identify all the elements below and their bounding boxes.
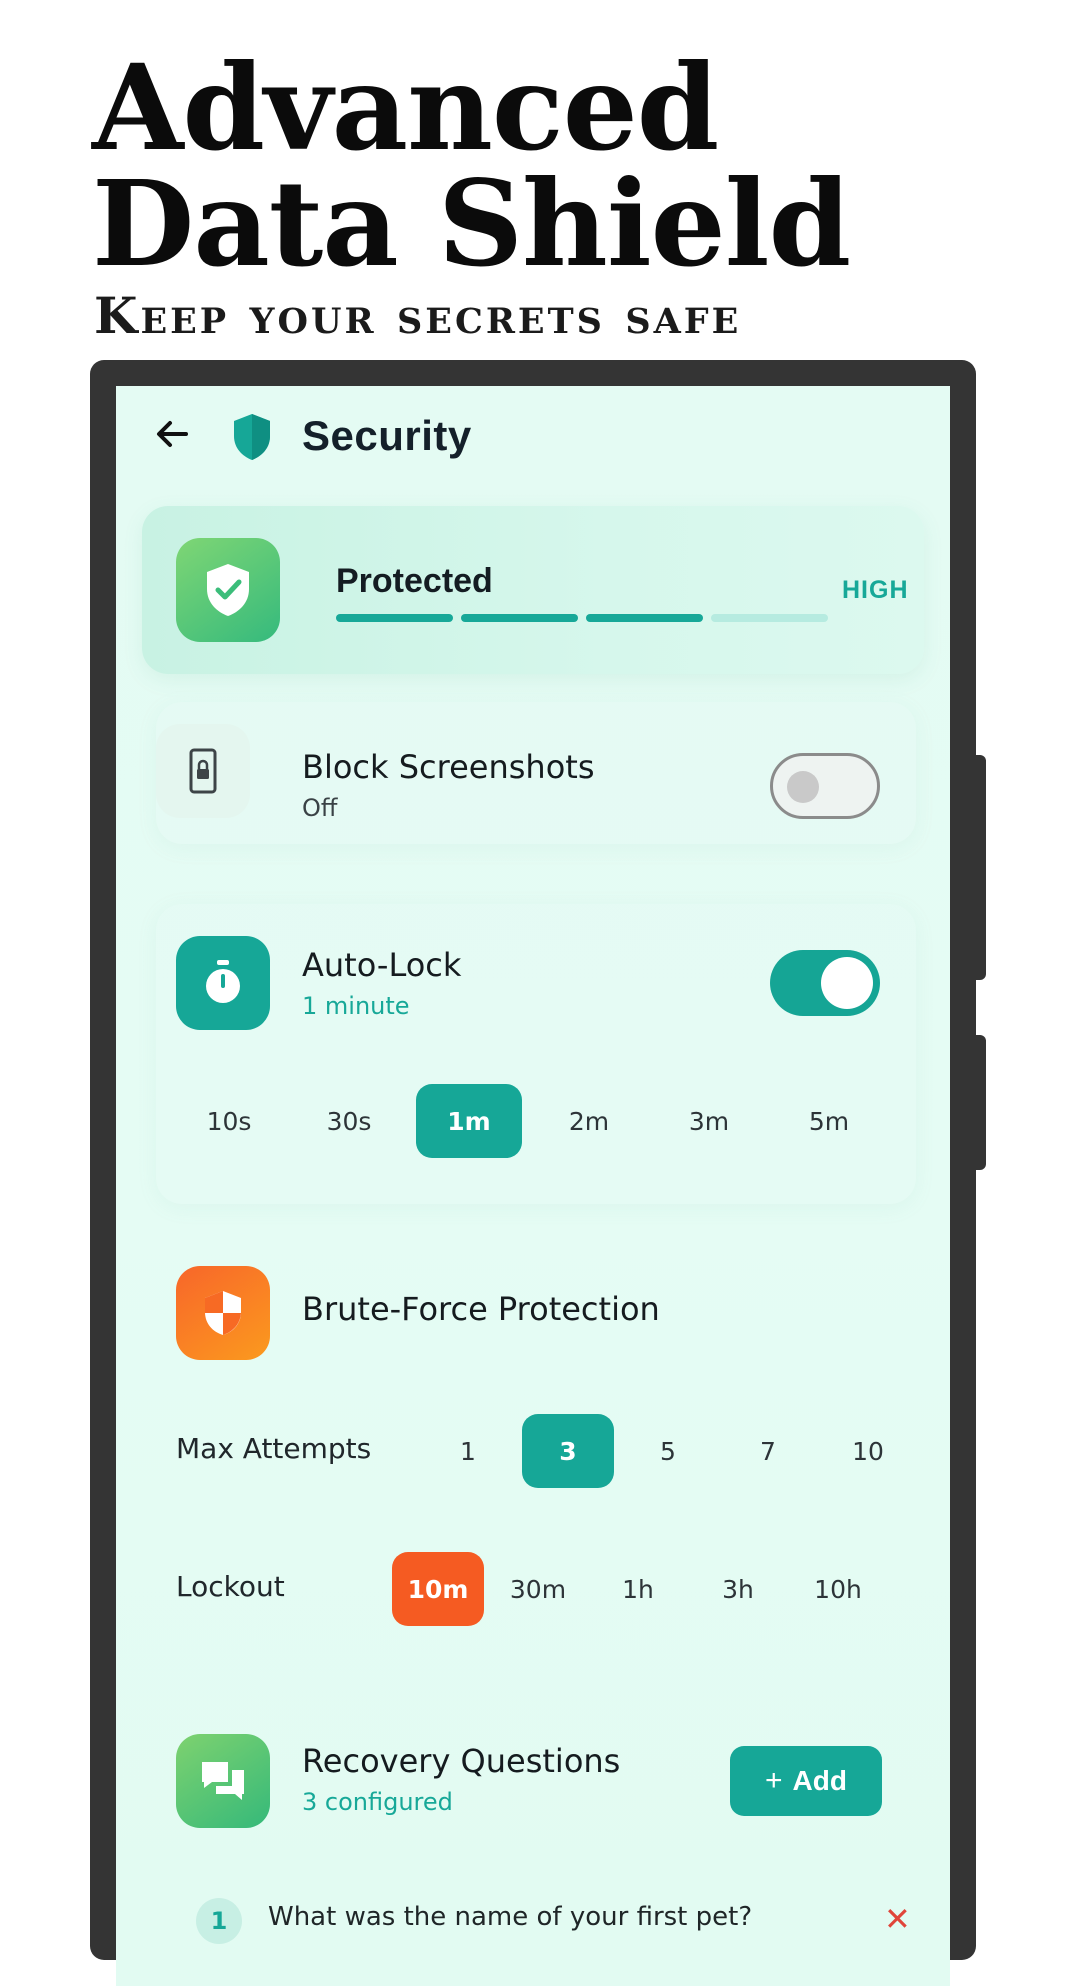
brute-force-title: Brute-Force Protection	[302, 1290, 660, 1328]
option-chip[interactable]: 1m	[416, 1084, 522, 1158]
tagline: Keep your secrets safe	[94, 286, 742, 345]
side-button-power	[972, 1035, 986, 1170]
meter-segment	[336, 614, 453, 622]
shield-icon	[234, 414, 270, 460]
page-title: Security	[302, 412, 472, 459]
option-chip[interactable]: 1h	[592, 1552, 684, 1626]
toggle-knob	[821, 957, 873, 1009]
question-text: What was the name of your first pet?	[268, 1902, 753, 1932]
auto-lock-title: Auto-Lock	[302, 946, 462, 984]
auto-lock-icon-tile	[176, 936, 270, 1030]
arrow-left-icon	[157, 421, 188, 447]
meter-segment	[711, 614, 828, 622]
lockout-options: 10m 30m 1h 3h 10h	[392, 1552, 884, 1626]
chat-bubbles-icon	[202, 1762, 244, 1800]
headline: Advanced Data Shield	[92, 38, 851, 293]
shield-half-icon	[205, 1291, 241, 1335]
option-chip[interactable]: 10s	[176, 1084, 282, 1158]
max-attempts-options: 1 3 5 7 10	[422, 1414, 914, 1488]
auto-lock-duration-options: 10s 30s 1m 2m 3m 5m	[176, 1084, 882, 1158]
recovery-title: Recovery Questions	[302, 1742, 621, 1780]
option-chip[interactable]: 3h	[692, 1552, 784, 1626]
question-number: 1	[196, 1898, 242, 1944]
block-screenshots-icon-tile	[156, 724, 250, 818]
headline-line-1: Advanced	[92, 38, 719, 177]
recovery-icon-tile	[176, 1734, 270, 1828]
option-chip[interactable]: 2m	[536, 1084, 642, 1158]
option-chip[interactable]: 1	[422, 1414, 514, 1488]
status-icon-tile	[176, 538, 280, 642]
delete-question-icon[interactable]: ✕	[884, 1900, 911, 1938]
auto-lock-status: 1 minute	[302, 992, 410, 1020]
top-bar: Security	[116, 386, 950, 496]
status-level: HIGH	[842, 576, 909, 604]
status-title: Protected	[336, 562, 493, 600]
meter-segment	[461, 614, 578, 622]
phone-lock-icon	[189, 748, 217, 794]
plus-icon: +	[765, 1764, 783, 1797]
add-question-label: Add	[792, 1765, 847, 1796]
brute-force-icon-tile	[176, 1266, 270, 1360]
auto-lock-section	[156, 904, 916, 1204]
option-chip[interactable]: 30s	[296, 1084, 402, 1158]
block-screenshots-toggle[interactable]	[770, 753, 880, 819]
shield-check-icon	[207, 564, 249, 616]
meter-segment	[586, 614, 703, 622]
phone-frame: Security Protected HIGH Block Screenshot	[90, 360, 986, 1986]
option-chip[interactable]: 10m	[392, 1552, 484, 1626]
option-chip[interactable]: 7	[722, 1414, 814, 1488]
option-chip[interactable]: 5	[622, 1414, 714, 1488]
option-chip[interactable]: 3	[522, 1414, 614, 1488]
headline-line-2: Data Shield	[92, 154, 851, 293]
protection-level-meter	[336, 614, 828, 622]
block-screenshots-title: Block Screenshots	[302, 748, 595, 786]
timer-icon	[206, 960, 240, 1003]
option-chip[interactable]: 10h	[792, 1552, 884, 1626]
option-chip[interactable]: 5m	[776, 1084, 882, 1158]
protection-status-card: Protected HIGH	[142, 506, 924, 674]
side-button-volume	[972, 755, 986, 980]
add-question-button[interactable]: + Add	[730, 1746, 882, 1816]
option-chip[interactable]: 3m	[656, 1084, 762, 1158]
toggle-knob	[787, 771, 819, 803]
lockout-label: Lockout	[176, 1570, 285, 1603]
auto-lock-toggle[interactable]	[770, 950, 880, 1016]
back-button[interactable]	[148, 410, 196, 458]
block-screenshots-status: Off	[302, 794, 338, 822]
phone-screen: Security Protected HIGH Block Screenshot	[116, 386, 950, 1986]
max-attempts-label: Max Attempts	[176, 1432, 372, 1465]
question-item: 1 What was the name of your first pet? ✕	[196, 1898, 911, 1958]
option-chip[interactable]: 10	[822, 1414, 914, 1488]
option-chip[interactable]: 30m	[492, 1552, 584, 1626]
recovery-status: 3 configured	[302, 1788, 453, 1816]
